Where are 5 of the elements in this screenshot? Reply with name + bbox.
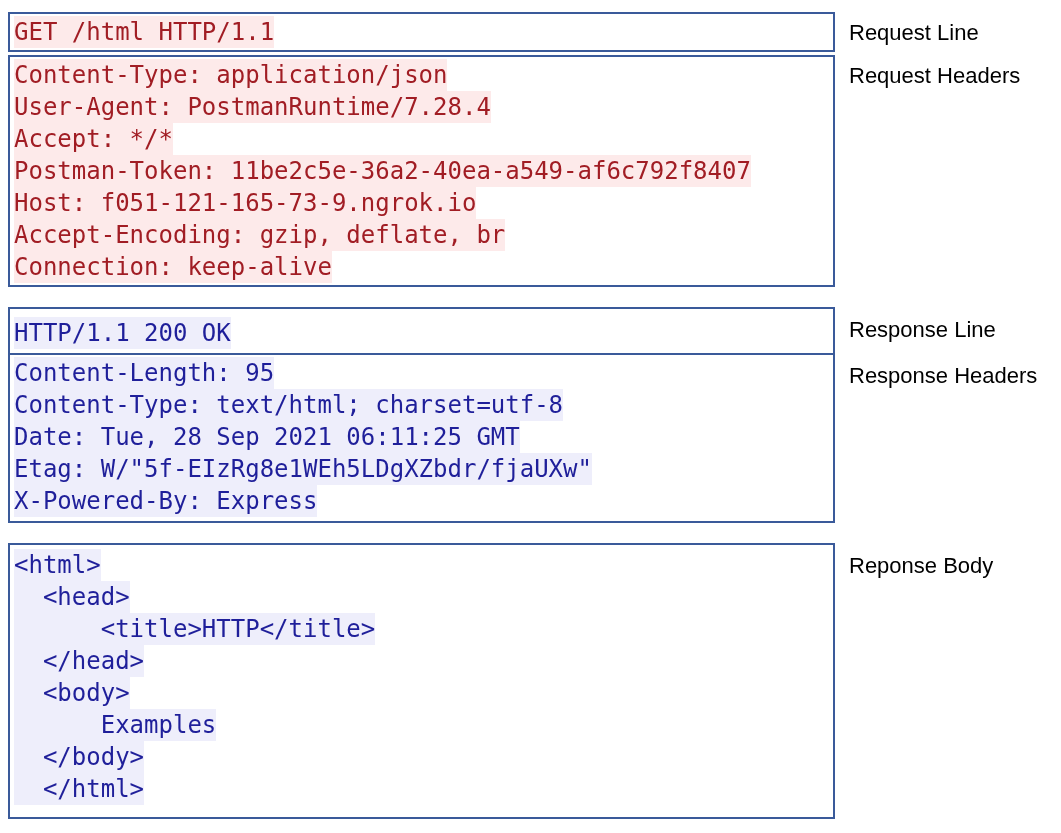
section-label: Response Headers — [849, 362, 1038, 390]
section-label: Response Line — [849, 316, 996, 344]
section-label: Reponse Body — [849, 552, 994, 580]
section-label: Request Headers — [849, 63, 1021, 88]
section-label: Request Line — [849, 20, 979, 45]
